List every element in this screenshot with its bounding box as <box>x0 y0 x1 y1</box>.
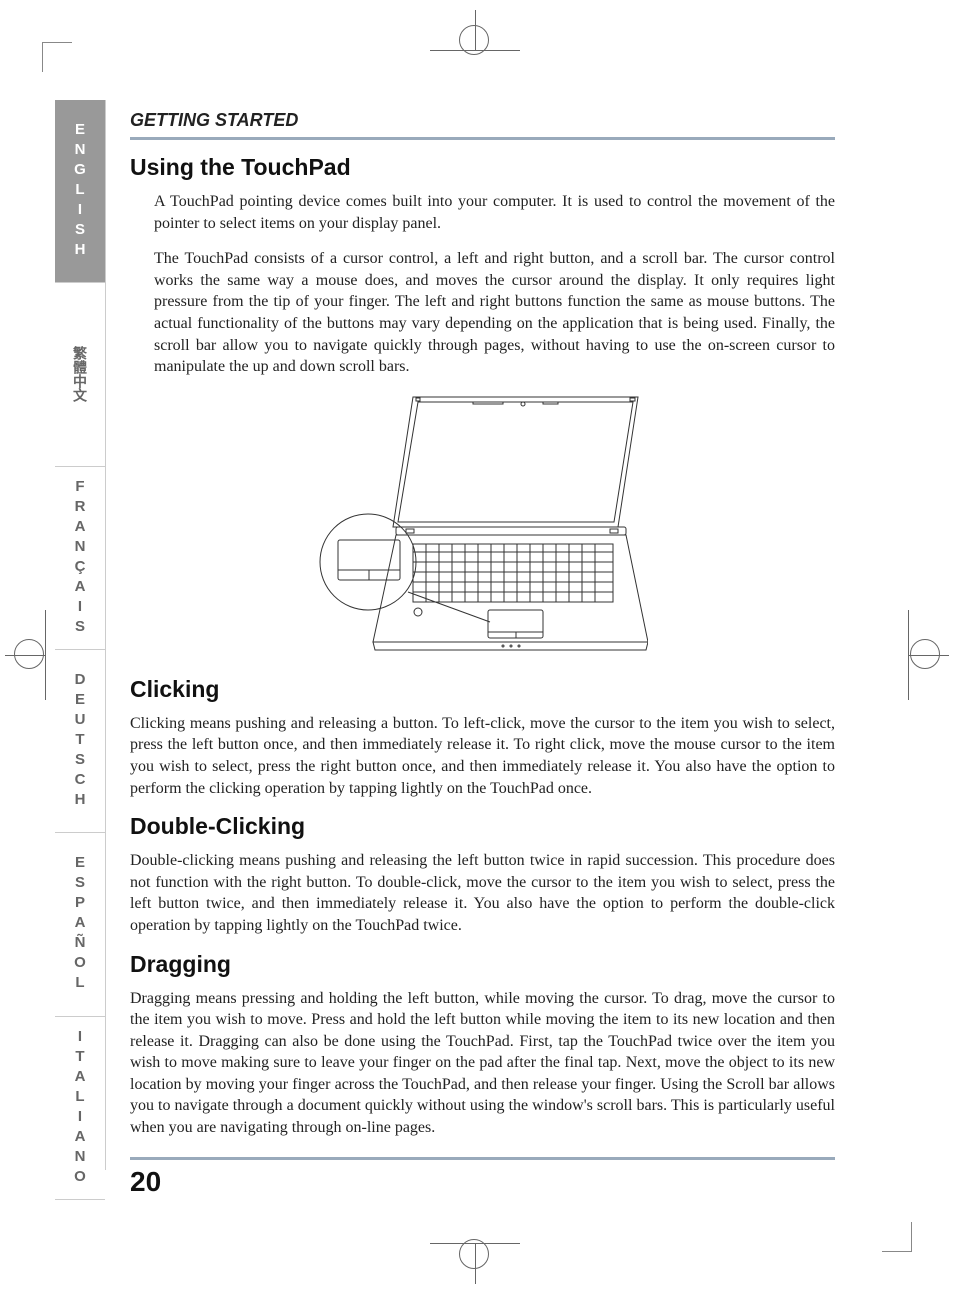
page-content: GETTING STARTED Using the TouchPad A Tou… <box>130 110 835 1198</box>
lang-tab-deutsch: DEUTSCH <box>55 650 105 833</box>
paragraph: A TouchPad pointing device comes built i… <box>154 191 835 234</box>
registration-circle-right <box>910 639 940 669</box>
paragraph: Double-clicking means pushing and releas… <box>130 850 835 936</box>
lang-label: ITALIANO <box>72 1028 89 1188</box>
lang-label: ESPAÑOL <box>72 854 89 994</box>
sidebar-divider <box>105 100 106 1170</box>
page-footer: 20 <box>130 1157 835 1198</box>
corner-mark-br <box>882 1222 912 1252</box>
page-number: 20 <box>130 1166 835 1198</box>
lang-label: 繁體中文 <box>70 346 90 402</box>
laptop-touchpad-figure <box>318 392 648 662</box>
heading-clicking: Clicking <box>130 676 835 703</box>
registration-circle-left <box>14 639 44 669</box>
lang-tab-francais: FRANÇAIS <box>55 467 105 650</box>
paragraph: Dragging means pressing and holding the … <box>130 988 835 1139</box>
lang-label: FRANÇAIS <box>72 478 89 638</box>
lang-tab-chinese: 繁體中文 <box>55 283 105 466</box>
lang-tab-english: ENGLISH <box>55 100 105 283</box>
paragraph: Clicking means pushing and releasing a b… <box>130 713 835 799</box>
registration-circle-top <box>459 25 489 55</box>
corner-mark-tl <box>42 42 72 72</box>
registration-circle-bottom <box>459 1239 489 1269</box>
heading-using-touchpad: Using the TouchPad <box>130 154 835 181</box>
heading-dragging: Dragging <box>130 951 835 978</box>
laptop-illustration-icon <box>318 392 648 662</box>
lang-label: DEUTSCH <box>72 671 89 811</box>
heading-double-clicking: Double-Clicking <box>130 813 835 840</box>
lang-tab-italiano: ITALIANO <box>55 1017 105 1200</box>
lang-label: ENGLISH <box>72 121 89 261</box>
chapter-title: GETTING STARTED <box>130 110 835 140</box>
lang-tab-espanol: ESPAÑOL <box>55 833 105 1016</box>
language-sidebar: ENGLISH 繁體中文 FRANÇAIS DEUTSCH ESPAÑOL IT… <box>55 100 105 1200</box>
paragraph: The TouchPad consists of a cursor contro… <box>154 248 835 378</box>
